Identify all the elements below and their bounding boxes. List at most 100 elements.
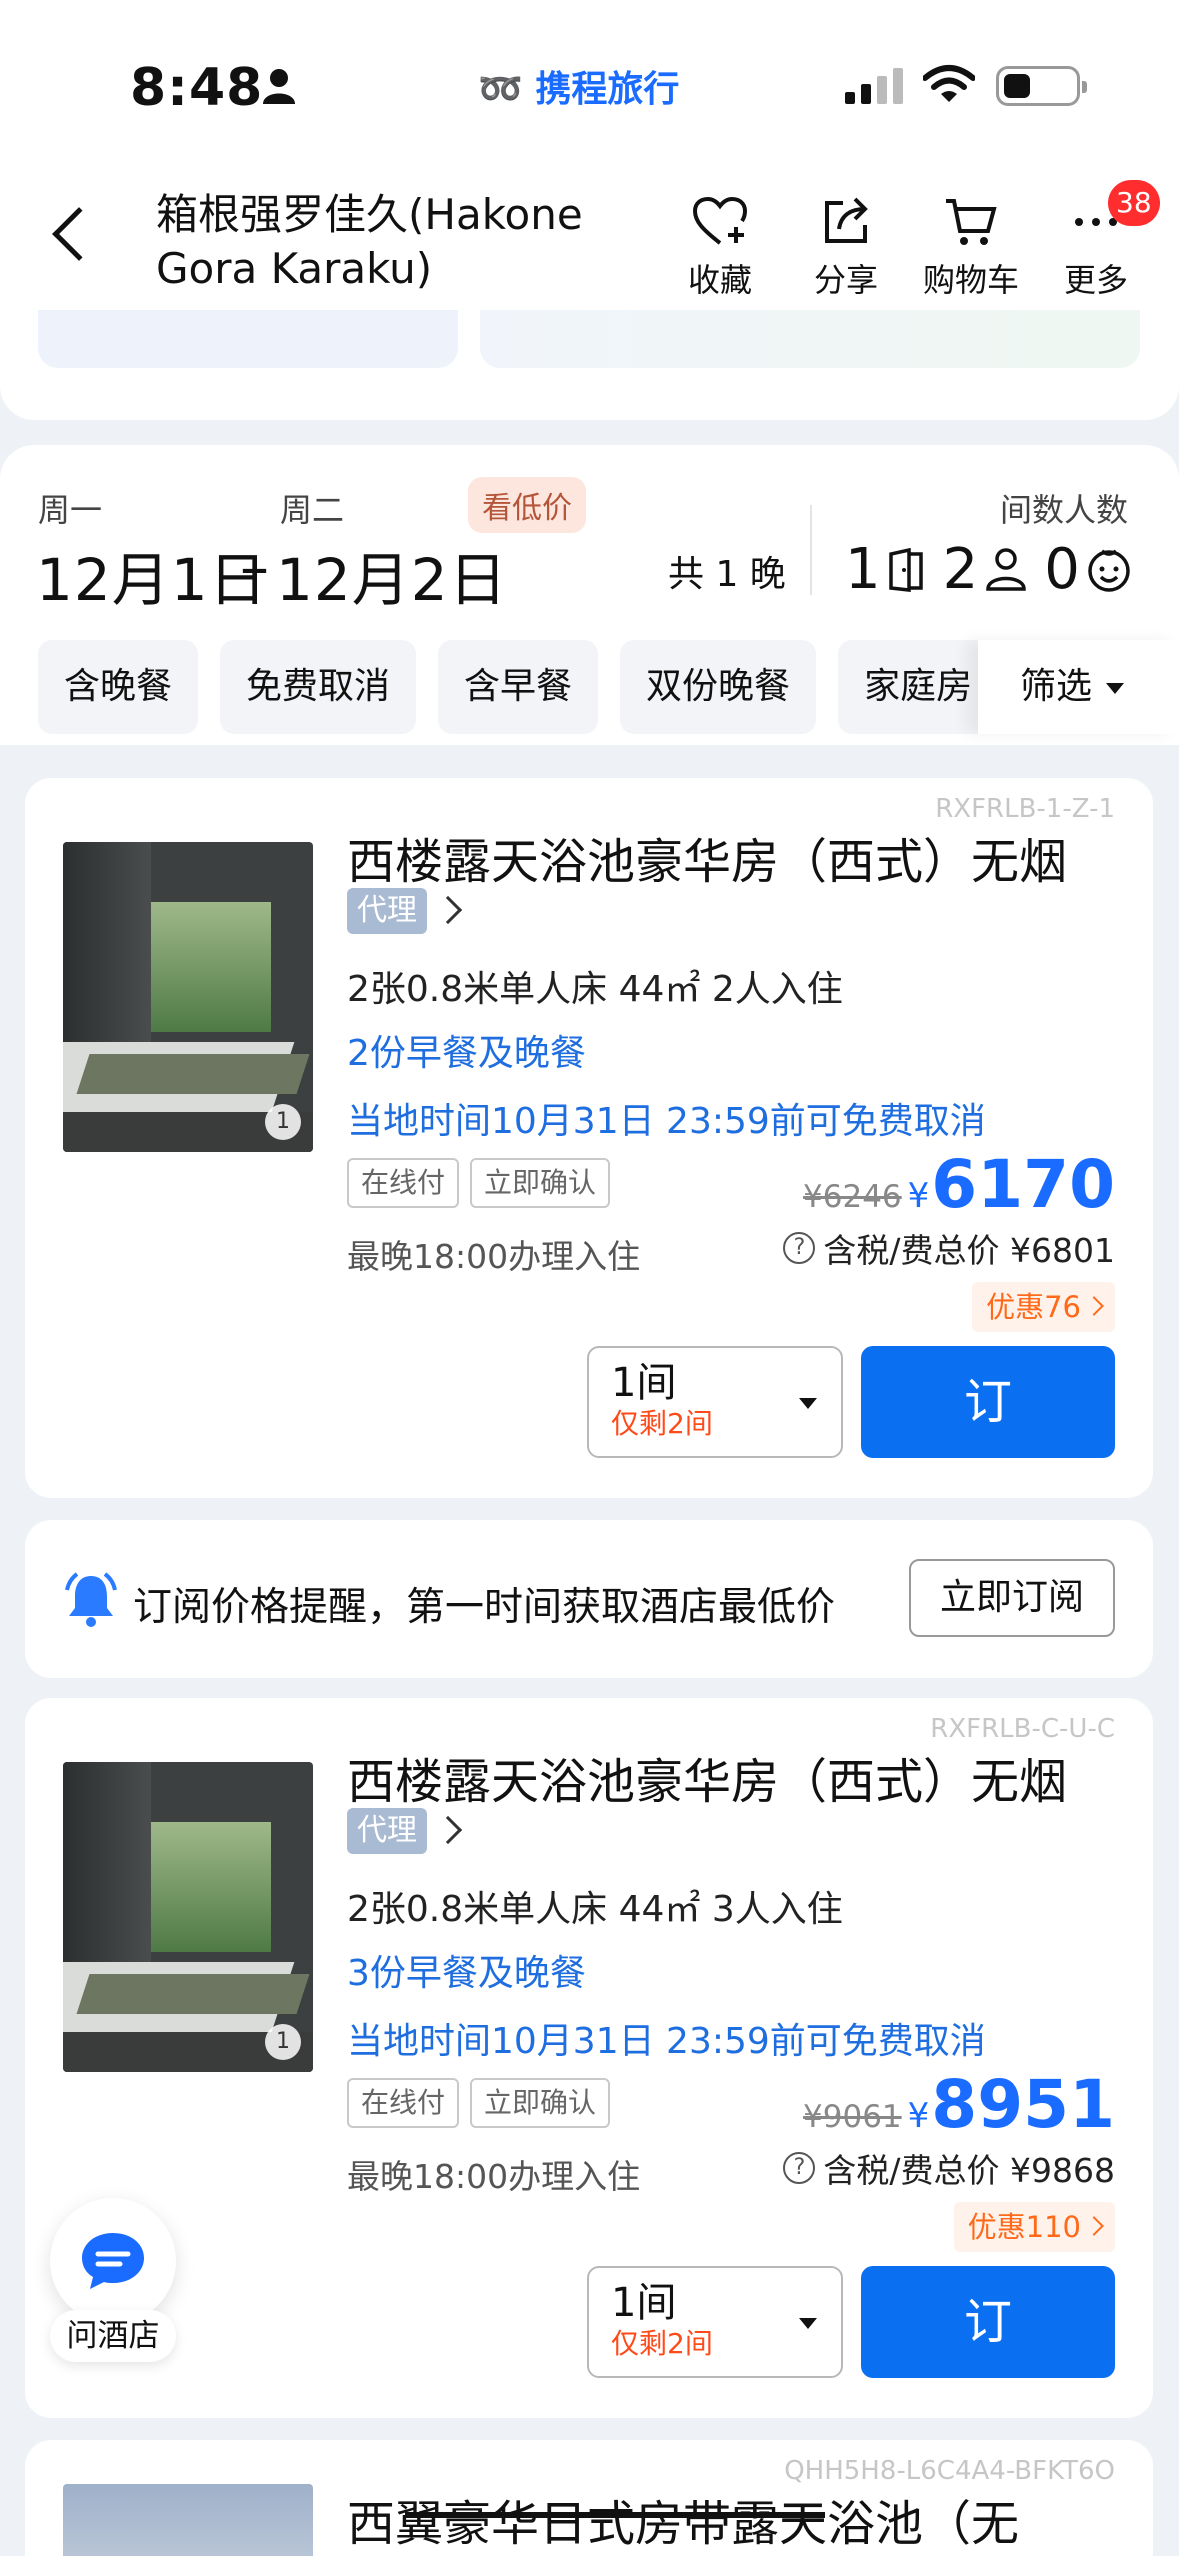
price: 8951 — [931, 2066, 1115, 2143]
room-card: RXFRLB-C-U-C 1 西楼露天浴池豪华房（西式）无烟 代理 2张0.8米… — [25, 1698, 1153, 2418]
photo-count: 1 — [265, 2024, 301, 2060]
share-icon — [791, 195, 901, 249]
checkin-note: 最晚18:00办理入住 — [347, 2157, 641, 2196]
room-code: RXFRLB-1-Z-1 — [935, 794, 1115, 824]
chevron-right-icon[interactable] — [433, 1815, 463, 1845]
meal-info: 2份早餐及晚餐 — [347, 1033, 586, 1074]
child-icon — [1088, 549, 1130, 592]
battery-icon — [996, 66, 1087, 106]
room-card-partial: QHH5H8-L6C4A4-BFKT6O 西翼豪华日式房带露天浴池（无 — [25, 2440, 1153, 2556]
occupancy-selector[interactable]: 1 2 0 — [845, 537, 1142, 602]
bell-icon — [65, 1572, 117, 1627]
room-photo[interactable] — [63, 2484, 313, 2556]
rooms-count: 1 — [845, 537, 881, 602]
children-count: 0 — [1044, 537, 1080, 602]
price-alert-text: 订阅价格提醒，第一时间获取酒店最低价 — [133, 1585, 836, 1630]
app-brand: ➿ 携程旅行 — [478, 69, 680, 110]
share-button[interactable]: 分享 — [791, 195, 901, 301]
scrolled-info-card — [0, 310, 1179, 420]
info-tile — [38, 310, 458, 368]
room-photo[interactable]: 1 — [63, 1762, 313, 2072]
chevron-right-icon[interactable] — [433, 895, 463, 925]
original-price: ¥9061 — [803, 2099, 902, 2135]
wifi-icon — [923, 65, 975, 102]
book-button[interactable]: 订 — [861, 1346, 1115, 1458]
question-icon: ? — [783, 1232, 816, 1264]
currency: ¥ — [907, 1176, 930, 1216]
room-name[interactable]: 西楼露天浴池豪华房（西式）无烟 — [347, 1742, 1067, 1812]
quantity-select[interactable]: 1间 仅剩2间 — [587, 2266, 843, 2378]
meal-info: 3份早餐及晚餐 — [347, 1953, 586, 1994]
ask-hotel-button[interactable] — [50, 2198, 176, 2324]
filter-button[interactable]: 筛选 — [978, 640, 1179, 734]
strikethrough-line — [405, 2512, 825, 2518]
promo-badge[interactable]: 优惠110 — [953, 2202, 1115, 2252]
divider — [810, 505, 812, 595]
price: 6170 — [931, 1146, 1115, 1223]
low-price-tag[interactable]: 看低价 — [468, 477, 586, 533]
caret-down-icon — [1106, 682, 1125, 694]
cancel-policy: 当地时间10月31日 23:59前可免费取消 — [347, 1101, 986, 1142]
room-name[interactable]: 西翼豪华日式房带露天浴池（无 — [347, 2484, 1019, 2554]
clock: 8:48 — [130, 58, 264, 118]
door-icon — [888, 547, 923, 592]
notification-badge: 38 — [1108, 180, 1160, 226]
tag-instant-confirm: 立即确认 — [470, 2078, 611, 2128]
chip-free-cancel[interactable]: 免费取消 — [220, 640, 417, 734]
promo-badge[interactable]: 优惠76 — [972, 1282, 1115, 1332]
nights-count: 共 1 晚 — [668, 554, 786, 595]
info-banner — [480, 310, 1140, 368]
price-alert-banner: 订阅价格提醒，第一时间获取酒店最低价 立即订阅 — [25, 1520, 1153, 1678]
favorite-button[interactable]: 收藏 — [665, 195, 775, 301]
price-block: ¥9061 ¥ 8951 — [803, 2066, 1115, 2143]
chat-bubble-icon — [82, 2233, 144, 2289]
date-selector: 周一 周二 看低价 12月1日 – 12月2日 共 1 晚 间数人数 1 2 0… — [0, 445, 1179, 745]
remaining-rooms: 仅剩2间 — [611, 2327, 713, 2360]
room-photo[interactable]: 1 — [63, 842, 313, 1152]
question-icon: ? — [783, 2152, 816, 2184]
tag-instant-confirm: 立即确认 — [470, 1158, 611, 1208]
checkin-date[interactable]: 12月1日 — [36, 533, 268, 617]
quantity-select[interactable]: 1间 仅剩2间 — [587, 1346, 843, 1458]
book-button[interactable]: 订 — [861, 2266, 1115, 2378]
price-block: ¥6246 ¥ 6170 — [803, 1146, 1115, 1223]
currency: ¥ — [907, 2096, 930, 2136]
caret-down-icon — [799, 1398, 817, 1409]
room-spec: 2张0.8米单人床 44㎡ 3人入住 — [347, 1889, 843, 1930]
checkout-weekday: 周二 — [280, 491, 345, 529]
chip-breakfast[interactable]: 含早餐 — [438, 640, 599, 734]
checkin-weekday: 周一 — [38, 491, 103, 529]
cart-button[interactable]: 购物车 — [916, 195, 1026, 301]
cancel-policy: 当地时间10月31日 23:59前可免费取消 — [347, 2021, 986, 2062]
adults-count: 2 — [942, 537, 979, 602]
total-price[interactable]: ? 含税/费总价 ¥9868 — [783, 2144, 1115, 2192]
room-spec: 2张0.8米单人床 44㎡ 2人入住 — [347, 969, 843, 1010]
hotel-title: 箱根强罗佳久(Hakone Gora Karaku) — [156, 190, 583, 293]
hotel-header: 箱根强罗佳久(Hakone Gora Karaku) 收藏 分享 购物车 更多 … — [0, 150, 1179, 310]
tag-online-pay: 在线付 — [347, 2078, 460, 2128]
checkin-note: 最晚18:00办理入住 — [347, 1237, 641, 1276]
cellular-signal-icon — [845, 68, 903, 104]
dolphin-logo-icon: ➿ — [478, 69, 523, 110]
filter-chips: 含晚餐 免费取消 含早餐 双份晚餐 家庭房 — [38, 640, 1004, 734]
cart-icon — [916, 195, 1026, 249]
chip-dinner[interactable]: 含晚餐 — [38, 640, 199, 734]
back-arrow-icon[interactable] — [52, 207, 106, 261]
chip-double-dinner[interactable]: 双份晚餐 — [620, 640, 817, 734]
room-name[interactable]: 西楼露天浴池豪华房（西式）无烟 — [347, 822, 1067, 892]
ask-hotel-label[interactable]: 问酒店 — [50, 2310, 176, 2362]
remaining-rooms: 仅剩2间 — [611, 1407, 713, 1440]
room-card: RXFRLB-1-Z-1 1 西楼露天浴池豪华房（西式）无烟 代理 2张0.8米… — [25, 778, 1153, 1498]
adult-icon — [986, 547, 1027, 591]
tag-online-pay: 在线付 — [347, 1158, 460, 1208]
date-dash: – — [240, 533, 270, 601]
checkout-date[interactable]: 12月2日 — [276, 533, 508, 617]
agent-badge[interactable]: 代理 — [347, 1808, 427, 1854]
total-price[interactable]: ? 含税/费总价 ¥6801 — [783, 1224, 1115, 1272]
photo-count: 1 — [265, 1104, 301, 1140]
room-code: QHH5H8-L6C4A4-BFKT6O — [784, 2456, 1115, 2486]
rooms-guests-label: 间数人数 — [1000, 491, 1129, 529]
status-bar: 8:48 ➿ 携程旅行 — [0, 0, 1179, 150]
subscribe-button[interactable]: 立即订阅 — [909, 1559, 1115, 1637]
agent-badge[interactable]: 代理 — [347, 888, 427, 934]
